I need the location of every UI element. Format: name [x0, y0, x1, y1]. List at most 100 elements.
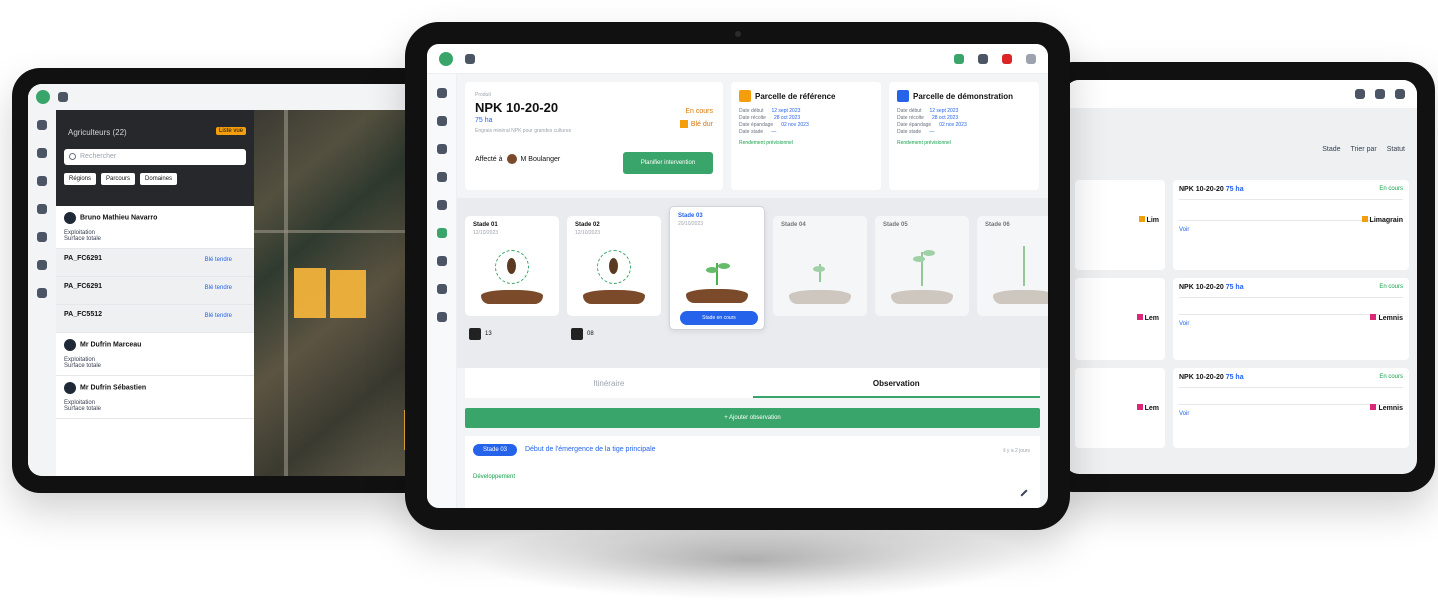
- plot-icon: [897, 90, 909, 102]
- right-screen: Stade Trier par Statut Lim Lem Lem NPK 1…: [1065, 80, 1417, 474]
- stage-marker: 08: [571, 328, 594, 340]
- list-item[interactable]: Lem: [1075, 368, 1165, 448]
- nav-icon[interactable]: [37, 176, 47, 186]
- status-badge: En cours: [685, 108, 713, 115]
- nav-icon[interactable]: [436, 88, 447, 98]
- assignee: Affecté à M Boulanger: [475, 154, 561, 164]
- avatar: [506, 154, 517, 164]
- demo-plot-card: Parcelle de démonstration Date début 12 s…: [889, 82, 1039, 190]
- nav-icon[interactable]: [37, 148, 47, 158]
- stage-card[interactable]: Stade 06: [977, 216, 1048, 316]
- observation-entry: Stade 03 Début de l'émergence de la tige…: [465, 436, 1040, 508]
- stage-card[interactable]: Stade 05: [875, 216, 969, 316]
- stage-card[interactable]: Stade 01 12/10/2023: [465, 216, 559, 316]
- stage-card[interactable]: Stade 02 12/10/2023: [567, 216, 661, 316]
- list-item[interactable]: PA_FC6291 Blé tendre: [56, 277, 254, 305]
- nav-icon[interactable]: [37, 288, 47, 298]
- nav-icon[interactable]: [37, 204, 47, 214]
- list-item[interactable]: Lem: [1075, 278, 1165, 360]
- observation-title[interactable]: Début de l'émergence de la tige principa…: [525, 446, 656, 453]
- menu-icon[interactable]: [58, 92, 68, 102]
- product-summary: Produit NPK 10-20-20 75 ha Engrais minér…: [465, 82, 723, 190]
- floor-shadow: [470, 520, 1030, 600]
- stage-card[interactable]: Stade 04: [773, 216, 867, 316]
- filter-domaines[interactable]: Domaines: [140, 173, 178, 185]
- app-logo-icon: [36, 90, 50, 104]
- nav-icon[interactable]: [436, 256, 447, 266]
- chat-icon[interactable]: [978, 53, 988, 64]
- card-link[interactable]: Voir: [1179, 321, 1403, 327]
- right-topbar: [1065, 80, 1417, 108]
- left-tablet: Agriculteurs (22) Liste vue Rechercher R…: [12, 68, 432, 493]
- list-item[interactable]: Mr Dufrin Sébastien Exploitation Surface…: [56, 376, 254, 419]
- add-observation-button[interactable]: + Ajouter observation: [465, 408, 1040, 428]
- current-stage-button[interactable]: Stade en cours: [680, 311, 758, 325]
- product-card[interactable]: NPK 10-20-20 75 ha En cours Lemnis Voir: [1173, 368, 1409, 448]
- satellite-map[interactable]: [254, 110, 423, 476]
- stage-pill[interactable]: Stade 03: [473, 444, 518, 456]
- map-field-highlight[interactable]: [330, 270, 366, 318]
- map-road: [284, 110, 288, 476]
- list-item[interactable]: Bruno Mathieu Navarro Exploitation Surfa…: [56, 206, 254, 249]
- nav-icon[interactable]: [37, 120, 47, 130]
- chat-icon[interactable]: [1375, 89, 1385, 99]
- nav-icon[interactable]: [436, 284, 447, 294]
- card-link[interactable]: Voir: [1179, 227, 1403, 233]
- filter-bar: Régions Parcours Domaines: [64, 173, 246, 185]
- plan-intervention-button[interactable]: Planifier intervention: [623, 152, 713, 174]
- menu-icon[interactable]: [465, 53, 475, 64]
- left-screen: Agriculteurs (22) Liste vue Rechercher R…: [28, 84, 423, 476]
- search-input[interactable]: Rechercher: [64, 149, 246, 165]
- filter-status[interactable]: Statut: [1387, 146, 1405, 153]
- product-card[interactable]: NPK 10-20-20 75 ha En cours Limagrain Vo…: [1173, 180, 1409, 270]
- avatar: [64, 382, 76, 394]
- left-sidebar: [28, 110, 56, 476]
- list-item[interactable]: Lim: [1075, 180, 1165, 270]
- right-filter-bar: Stade Trier par Statut: [1322, 146, 1405, 153]
- filter-regions[interactable]: Régions: [64, 173, 97, 185]
- tab-observation[interactable]: Observation: [752, 368, 1041, 398]
- nav-icon-active[interactable]: [436, 228, 447, 238]
- settings-icon[interactable]: [1395, 89, 1405, 99]
- notification-icon[interactable]: [1002, 53, 1012, 64]
- bell-icon[interactable]: [1355, 89, 1365, 99]
- tab-itinerary[interactable]: Itinéraire: [465, 368, 753, 398]
- filter-parcours[interactable]: Parcours: [101, 173, 136, 185]
- stage-card-active[interactable]: Stade 03 20/10/2023 Stade en cours: [669, 206, 765, 330]
- filter-sort[interactable]: Trier par: [1351, 146, 1377, 153]
- timestamp: il y a 2 jours: [1003, 448, 1030, 454]
- map-field-highlight[interactable]: [294, 268, 326, 318]
- center-main: Produit NPK 10-20-20 75 ha Engrais minér…: [457, 74, 1048, 508]
- nav-icon[interactable]: [436, 172, 447, 182]
- list-view-badge[interactable]: Liste vue: [215, 127, 246, 135]
- stage-marker: 13: [469, 328, 492, 340]
- nav-icon[interactable]: [37, 260, 47, 270]
- edit-icon[interactable]: [1020, 489, 1028, 497]
- list-item[interactable]: PA_FC5512 Blé tendre: [56, 305, 254, 333]
- center-topbar: [427, 44, 1048, 74]
- center-tablet: Produit NPK 10-20-20 75 ha Engrais minér…: [405, 22, 1070, 530]
- app-logo-icon: [439, 51, 453, 66]
- search-icon: [69, 153, 76, 160]
- plot-icon: [739, 90, 751, 102]
- filter-stade[interactable]: Stade: [1322, 146, 1340, 153]
- nav-icon[interactable]: [436, 144, 447, 154]
- photo-icon: [571, 328, 583, 340]
- nav-icon[interactable]: [436, 312, 447, 322]
- list-item[interactable]: Mr Dufrin Marceau Exploitation Surface t…: [56, 333, 254, 376]
- growth-stages: Stade 01 12/10/2023 Stade 02 12/10/2023 St…: [457, 198, 1048, 368]
- left-topbar: [28, 84, 423, 110]
- photo-icon: [469, 328, 481, 340]
- nav-icon[interactable]: [436, 200, 447, 210]
- reference-plot-card: Parcelle de référence Date début 12 sept …: [731, 82, 881, 190]
- list-item[interactable]: PA_FC6291 Blé tendre: [56, 249, 254, 277]
- product-description: Engrais minéral NPK pour grandes culture…: [475, 128, 572, 134]
- nav-icon[interactable]: [37, 232, 47, 242]
- showcase-stage: Agriculteurs (22) Liste vue Rechercher R…: [0, 0, 1438, 605]
- card-link[interactable]: Voir: [1179, 411, 1403, 417]
- center-sidebar: [427, 74, 457, 508]
- nav-icon[interactable]: [436, 116, 447, 126]
- product-card[interactable]: NPK 10-20-20 75 ha En cours Lemnis Voir: [1173, 278, 1409, 360]
- settings-icon[interactable]: [1026, 53, 1036, 64]
- avatar: [64, 339, 76, 351]
